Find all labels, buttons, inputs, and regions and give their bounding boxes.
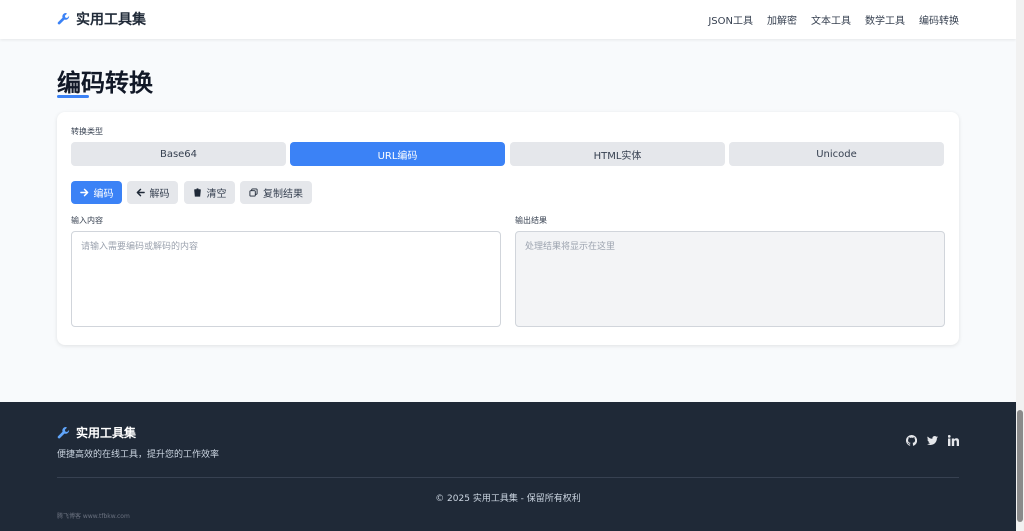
copy-result-button[interactable]: 复制结果 [240,181,312,204]
clear-label: 清空 [206,189,227,200]
clear-button[interactable]: 清空 [184,181,235,204]
nav-text-tools[interactable]: 文本工具 [811,12,851,27]
social-links [906,435,959,446]
title-underline [57,95,89,98]
site-footer: 实用工具集 便捷高效的在线工具，提升您的工作效率 © 2025 实用工具集 - … [0,402,1016,531]
type-label: 转换类型 [71,127,103,136]
copy-icon [249,188,258,197]
type-unicode-button[interactable]: Unicode [729,142,944,166]
type-base64-button[interactable]: Base64 [71,142,286,166]
converter-card: 转换类型 Base64 URL编码 HTML实体 Unicode 编码 解码 清… [57,112,959,345]
github-icon[interactable] [906,435,917,446]
type-url-button[interactable]: URL编码 [290,142,505,166]
arrow-right-icon [79,188,88,197]
type-html-entity-button[interactable]: HTML实体 [510,142,725,166]
page-title: 编码转换 [57,69,153,97]
input-textarea[interactable] [71,231,501,327]
copy-label: 复制结果 [263,189,303,200]
footer-brand: 实用工具集 [57,424,136,441]
footer-tagline: 便捷高效的在线工具，提升您的工作效率 [57,450,220,460]
output-textarea[interactable] [515,231,945,327]
output-label: 输出结果 [515,216,547,225]
encode-button[interactable]: 编码 [71,181,122,204]
nav-math-tools[interactable]: 数学工具 [865,12,905,27]
decode-button[interactable]: 解码 [127,181,178,204]
wrench-icon [57,426,70,438]
top-header: 实用工具集 JSON工具 加解密 文本工具 数学工具 编码转换 [0,0,1016,39]
arrow-left-icon [136,188,145,197]
encode-label: 编码 [93,189,114,200]
brand-logo[interactable]: 实用工具集 [57,9,146,29]
nav-crypto[interactable]: 加解密 [767,12,797,27]
trash-icon [193,188,201,197]
scrollbar-thumb[interactable] [1017,410,1023,522]
wrench-icon [57,13,70,25]
footer-divider [57,477,959,478]
twitter-icon[interactable] [927,435,938,446]
main-nav: JSON工具 加解密 文本工具 数学工具 编码转换 [708,12,959,27]
nav-encoding[interactable]: 编码转换 [919,12,959,27]
decode-label: 解码 [149,189,170,200]
brand-name: 实用工具集 [76,12,146,28]
watermark-text: 腾飞博客 www.tfbkw.com [57,513,130,520]
footer-brand-name: 实用工具集 [76,426,137,440]
nav-json-tools[interactable]: JSON工具 [708,12,753,27]
linkedin-icon[interactable] [948,435,959,446]
copyright-text: © 2025 实用工具集 - 保留所有权利 [435,494,581,504]
input-label: 输入内容 [71,216,103,225]
